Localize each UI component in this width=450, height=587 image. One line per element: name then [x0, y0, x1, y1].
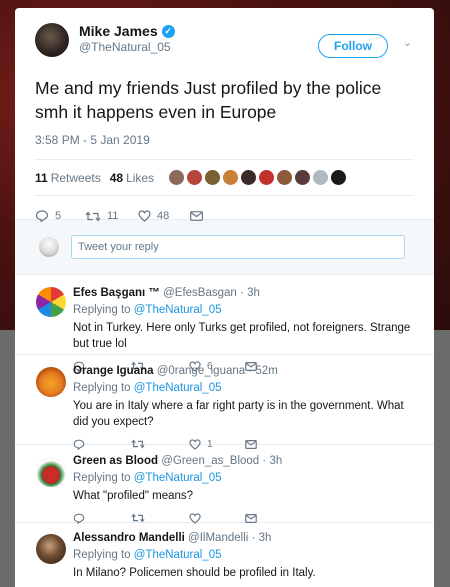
heart-icon	[189, 512, 201, 524]
liker-avatar[interactable]	[331, 170, 347, 185]
retweet-icon	[85, 211, 101, 221]
avatar[interactable]	[36, 367, 66, 397]
reply-count: 5	[55, 210, 62, 222]
current-user-avatar	[39, 237, 59, 257]
retweets-stat[interactable]: 11 Retweets	[35, 171, 101, 185]
reply-author-handle[interactable]: @0range_iguana	[157, 365, 245, 377]
replying-to: Replying to @TheNatural_05	[73, 382, 420, 394]
tweet-header: Mike James ✓ @TheNatural_05 Follow ⌄	[35, 22, 414, 60]
reply-header: Efes Başganı ™ @EfesBasgan · 3h	[73, 287, 420, 299]
liker-avatar[interactable]	[241, 170, 257, 185]
envelope-icon	[245, 513, 257, 523]
replying-to-link[interactable]: @TheNatural_05	[134, 382, 222, 394]
retweet-action[interactable]: 11	[85, 210, 138, 222]
reply-text: You are in Italy where a far right party…	[73, 400, 404, 428]
liker-avatar[interactable]	[223, 170, 239, 185]
retweet-action[interactable]	[131, 513, 189, 523]
replying-to-link[interactable]: @TheNatural_05	[134, 304, 222, 316]
avatar[interactable]	[36, 287, 66, 317]
reply-action[interactable]	[73, 513, 131, 524]
replying-to-link[interactable]: @TheNatural_05	[134, 549, 222, 561]
replying-prefix: Replying to	[73, 472, 131, 484]
liker-avatar[interactable]	[169, 170, 185, 185]
reply-action[interactable]: 5	[35, 210, 85, 222]
reply-author-handle[interactable]: @EfesBasgan	[163, 287, 237, 299]
reply-header: Orange Iguana @0range_iguana · 52m	[73, 365, 420, 377]
reply-item[interactable]: Alessandro Mandelli @IlMandelli · 3h Rep…	[15, 523, 434, 587]
like-action[interactable]	[189, 512, 245, 524]
reply-icon	[35, 210, 49, 222]
reply-time[interactable]: 52m	[255, 365, 277, 377]
like-count: 48	[157, 210, 170, 222]
reply-item[interactable]: Green as Blood @Green_as_Blood · 3h Repl…	[15, 445, 434, 524]
chevron-down-icon[interactable]: ⌄	[403, 36, 412, 49]
reply-composer: Tweet your reply	[15, 220, 434, 275]
reply-author-name[interactable]: Green as Blood	[73, 455, 158, 467]
replying-to: Replying to @TheNatural_05	[73, 549, 420, 561]
tweet-timestamp[interactable]: 3:58 PM - 5 Jan 2019	[35, 133, 414, 147]
main-tweet: Mike James ✓ @TheNatural_05 Follow ⌄ Me …	[15, 8, 434, 222]
avatar[interactable]	[36, 534, 66, 564]
direct-message-action[interactable]	[245, 513, 257, 523]
reply-time[interactable]: 3h	[247, 287, 260, 299]
reply-author-name[interactable]: Alessandro Mandelli	[73, 532, 185, 544]
liker-avatar[interactable]	[187, 170, 203, 185]
tweet-text: Me and my friends Just profiled by the p…	[35, 78, 382, 122]
tweet-stats: 11 Retweets 48 Likes	[35, 159, 414, 196]
reply-author-handle[interactable]: @IlMandelli	[188, 532, 248, 544]
tweet-modal: Mike James ✓ @TheNatural_05 Follow ⌄ Me …	[15, 8, 434, 587]
replying-prefix: Replying to	[73, 549, 131, 561]
reply-author-handle[interactable]: @Green_as_Blood	[161, 455, 259, 467]
reply-separator: ·	[248, 365, 253, 377]
reply-item[interactable]: Orange Iguana @0range_iguana · 52m Reply…	[15, 355, 434, 450]
reply-actions	[73, 581, 420, 587]
avatar[interactable]	[36, 457, 66, 487]
envelope-icon	[190, 211, 203, 221]
liker-avatar[interactable]	[205, 170, 221, 185]
verified-badge-icon: ✓	[161, 24, 175, 38]
reply-separator: ·	[262, 455, 267, 467]
author-handle[interactable]: @TheNatural_05	[79, 40, 175, 54]
reply-author-name[interactable]: Efes Başganı ™	[73, 287, 160, 299]
replying-to: Replying to @TheNatural_05	[73, 304, 420, 316]
retweet-count: 11	[107, 210, 119, 222]
liker-avatar[interactable]	[277, 170, 293, 185]
liker-avatar[interactable]	[259, 170, 275, 185]
reply-header: Alessandro Mandelli @IlMandelli · 3h	[73, 532, 420, 544]
reply-header: Green as Blood @Green_as_Blood · 3h	[73, 455, 420, 467]
heart-icon	[138, 210, 151, 222]
reply-time[interactable]: 3h	[259, 532, 272, 544]
liker-avatar[interactable]	[313, 170, 329, 185]
reply-item[interactable]: Efes Başganı ™ @EfesBasgan · 3h Replying…	[15, 275, 434, 372]
likes-stat[interactable]: 48 Likes	[110, 171, 154, 185]
replying-to: Replying to @TheNatural_05	[73, 472, 420, 484]
replying-prefix: Replying to	[73, 382, 131, 394]
retweet-icon	[131, 513, 145, 523]
reply-separator: ·	[240, 287, 244, 299]
liker-avatar[interactable]	[295, 170, 311, 185]
likes-count: 48	[109, 170, 124, 185]
follow-button[interactable]: Follow	[318, 34, 388, 58]
reply-author-name[interactable]: Orange Iguana	[73, 365, 154, 377]
likes-label: Likes	[126, 170, 155, 185]
author-name[interactable]: Mike James	[79, 23, 158, 39]
direct-message-action[interactable]	[190, 211, 203, 221]
reply-text: What "profiled" means?	[73, 490, 194, 502]
liker-avatars	[169, 170, 349, 185]
like-action[interactable]: 48	[138, 210, 190, 222]
reply-text: In Milano? Policemen should be profiled …	[73, 567, 316, 579]
replying-to-link[interactable]: @TheNatural_05	[134, 472, 222, 484]
reply-icon	[73, 513, 85, 524]
retweets-count: 11	[35, 170, 48, 185]
reply-separator: ·	[251, 532, 256, 544]
reply-input[interactable]: Tweet your reply	[71, 235, 405, 259]
replying-prefix: Replying to	[73, 304, 131, 316]
reply-text: Not in Turkey. Here only Turks get profi…	[73, 322, 411, 350]
avatar[interactable]	[35, 23, 69, 57]
reply-time[interactable]: 3h	[269, 455, 282, 467]
retweets-label: Retweets	[50, 170, 101, 185]
